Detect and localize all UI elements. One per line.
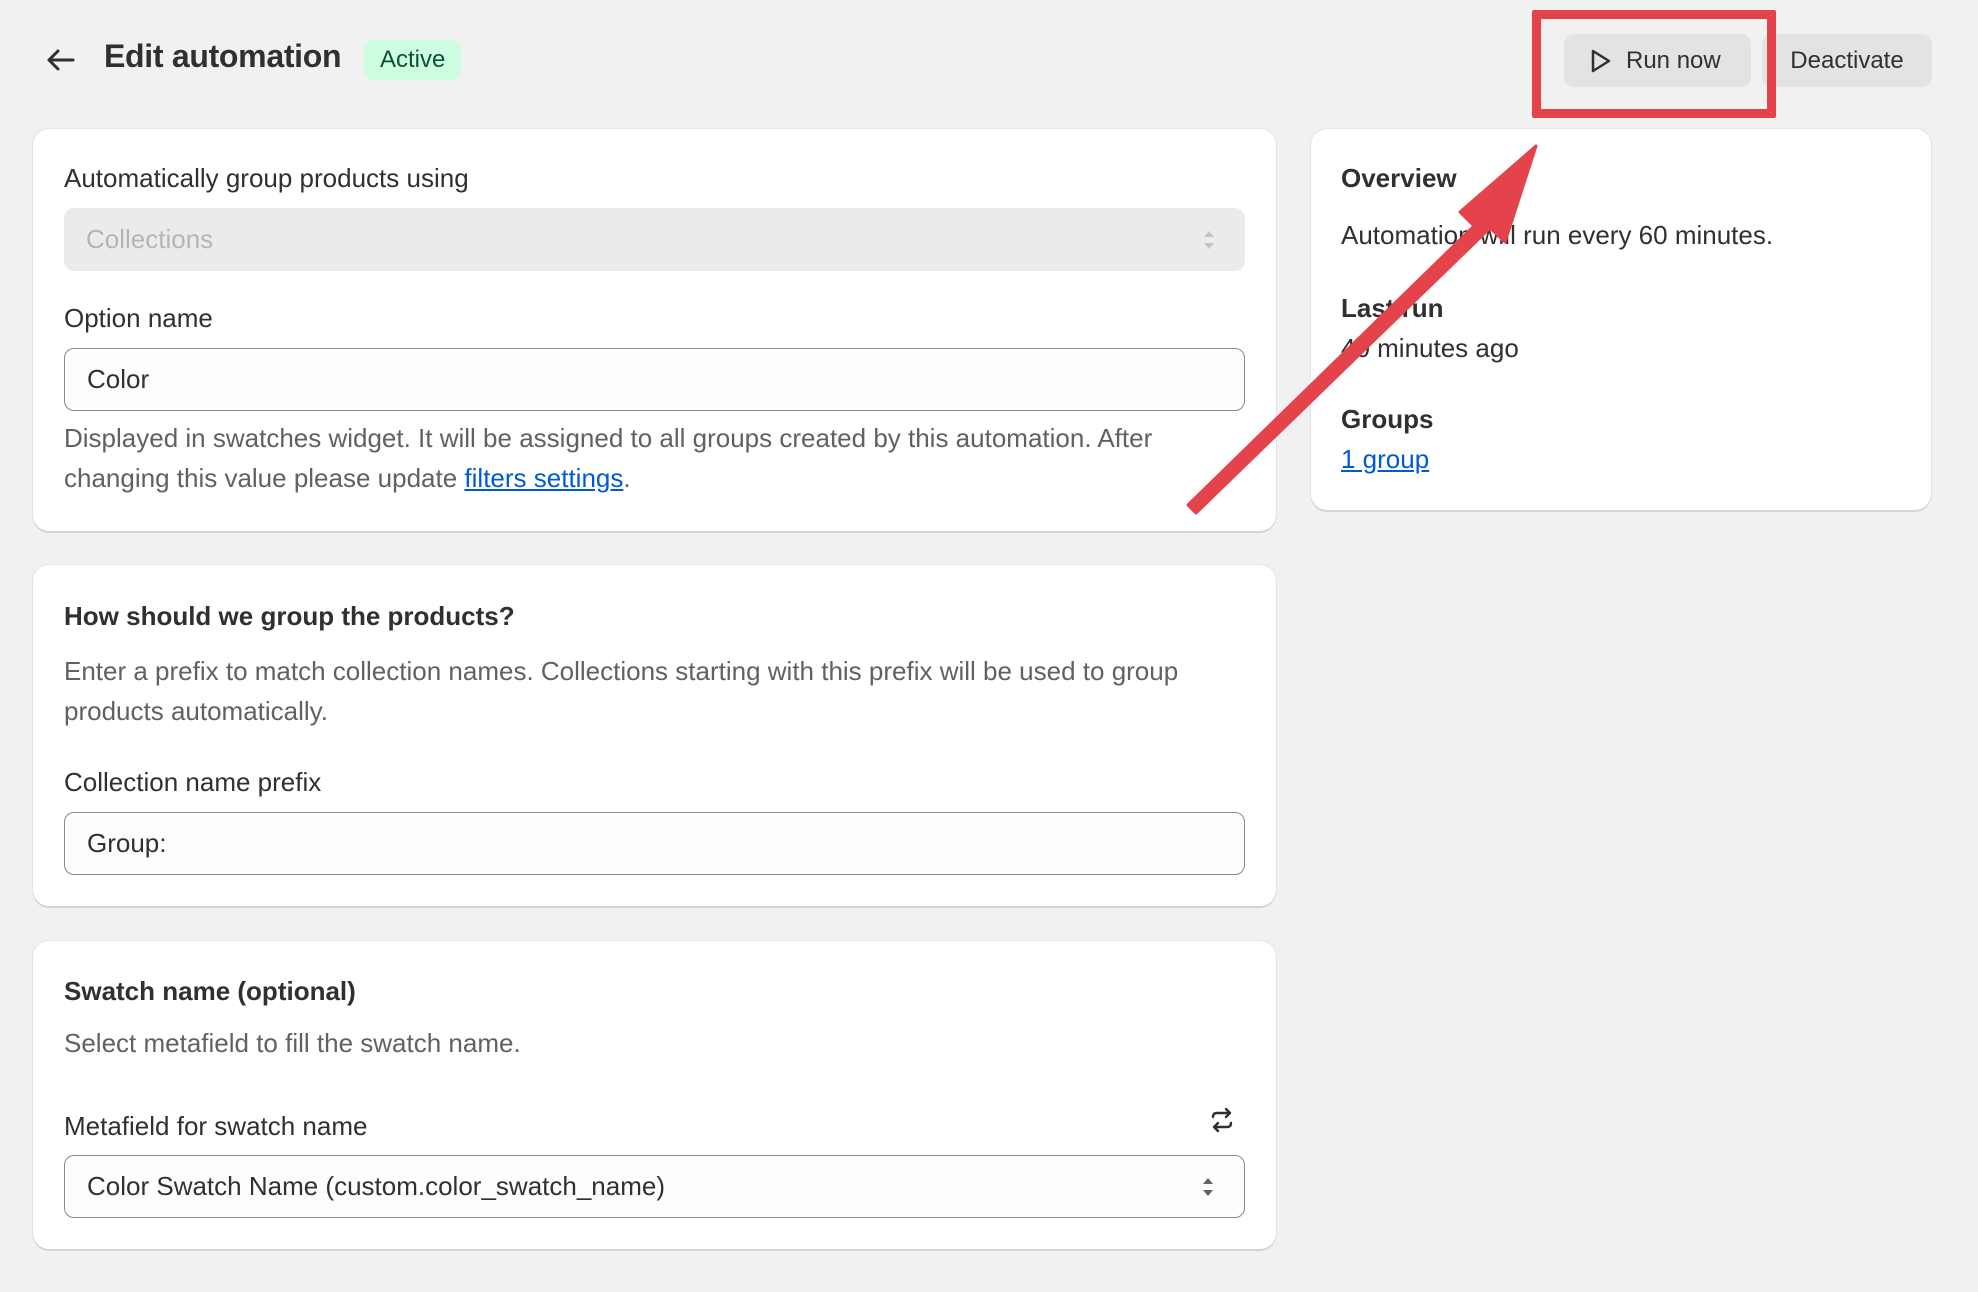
page-title: Edit automation — [104, 38, 342, 74]
play-icon — [1591, 49, 1611, 72]
grouping-title: How should we group the products? — [64, 601, 515, 631]
overview-title: Overview — [1341, 163, 1457, 193]
arrow-left-icon — [47, 49, 75, 71]
groups-link[interactable]: 1 group — [1341, 444, 1429, 475]
group-using-label: Automatically group products using — [64, 163, 469, 193]
run-now-label: Run now — [1626, 46, 1721, 74]
page-header: Edit automation Active Run now Deactivat… — [0, 0, 1978, 120]
group-using-select[interactable]: Collections — [64, 208, 1245, 271]
chevron-up-down-icon — [1204, 230, 1214, 249]
option-name-input[interactable]: Color — [64, 348, 1245, 411]
swatch-description: Select metafield to fill the swatch name… — [64, 1028, 521, 1058]
groups-label: Groups — [1341, 404, 1434, 434]
deactivate-button[interactable]: Deactivate — [1762, 34, 1932, 87]
status-badge: Active — [364, 40, 462, 80]
chevron-up-down-icon — [1203, 1177, 1213, 1196]
metafield-value: Color Swatch Name (custom.color_swatch_n… — [87, 1171, 665, 1201]
prefix-label: Collection name prefix — [64, 767, 322, 797]
swatch-title: Swatch name (optional) — [64, 976, 356, 1006]
schedule-text: Automation will run every 60 minutes. — [1341, 220, 1774, 250]
option-name-help: Displayed in swatches widget. It will be… — [64, 418, 1254, 498]
settings-card: Automatically group products using Colle… — [33, 129, 1276, 531]
last-run-label: Last run — [1341, 293, 1444, 323]
option-name-value: Color — [87, 364, 150, 394]
grouping-card: How should we group the products? Enter … — [33, 565, 1276, 906]
option-name-label: Option name — [64, 303, 213, 333]
back-button[interactable] — [40, 40, 80, 80]
group-using-value: Collections — [86, 224, 214, 254]
run-now-button[interactable]: Run now — [1564, 34, 1751, 87]
prefix-input[interactable]: Group: — [64, 812, 1245, 875]
prefix-value: Group: — [87, 828, 167, 858]
help-suffix: . — [623, 463, 631, 493]
metafield-label: Metafield for swatch name — [64, 1111, 368, 1141]
overview-card: Overview Automation will run every 60 mi… — [1311, 129, 1931, 510]
filters-settings-link[interactable]: filters settings — [464, 463, 623, 493]
swatch-card: Swatch name (optional) Select metafield … — [33, 941, 1276, 1249]
refresh-icon[interactable] — [1208, 1106, 1236, 1134]
last-run-value: 40 minutes ago — [1341, 333, 1519, 363]
grouping-description: Enter a prefix to match collection names… — [64, 656, 1179, 726]
metafield-select[interactable]: Color Swatch Name (custom.color_swatch_n… — [64, 1155, 1245, 1218]
